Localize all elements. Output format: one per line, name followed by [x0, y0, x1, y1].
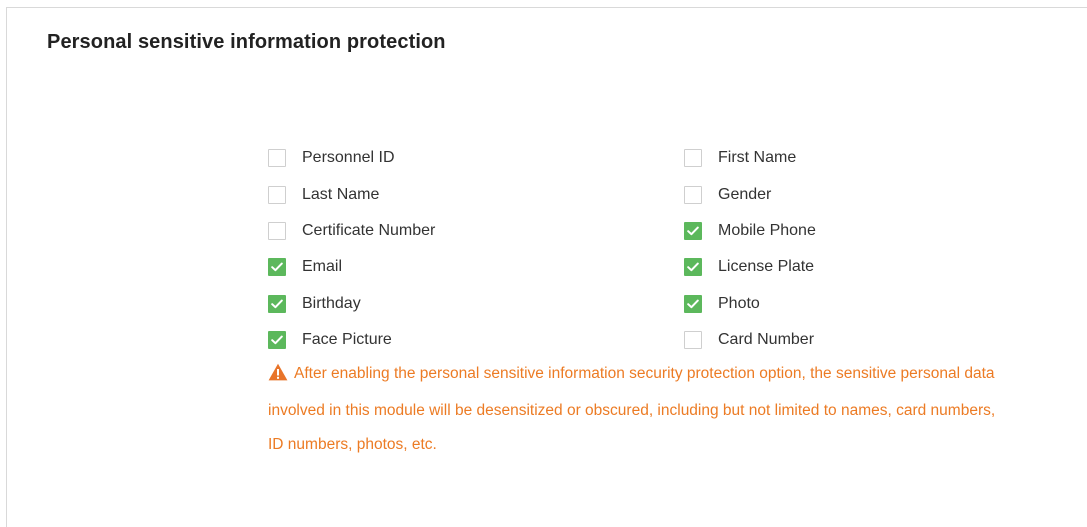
- checkmark-icon: [687, 299, 699, 308]
- checkbox-label: Face Picture: [302, 331, 392, 349]
- checkbox-label: License Plate: [718, 258, 815, 276]
- checkbox-row-birthday[interactable]: Birthday: [268, 286, 435, 322]
- checkbox-label: Gender: [718, 185, 772, 203]
- checkbox-checked[interactable]: [268, 294, 286, 313]
- checkbox-checked[interactable]: [684, 258, 702, 277]
- checkbox-row-first-name[interactable]: First Name: [684, 140, 816, 176]
- checkbox-label: Last Name: [302, 185, 380, 203]
- checkbox-row-last-name[interactable]: Last Name: [268, 176, 435, 212]
- checkbox-label: Email: [302, 258, 343, 276]
- checkbox-row-mobile-phone[interactable]: Mobile Phone: [684, 213, 816, 249]
- checkbox-label: Card Number: [718, 331, 815, 349]
- checkmark-icon: [271, 335, 283, 345]
- checkmark-icon: [271, 299, 283, 308]
- checkbox-label: Certificate Number: [302, 221, 436, 239]
- warning-text: After enabling the personal sensitive in…: [268, 365, 996, 453]
- checkbox-row-certificate-number[interactable]: Certificate Number: [268, 213, 435, 249]
- checkbox-checked[interactable]: [684, 294, 702, 313]
- checkbox-label: Birthday: [302, 294, 361, 312]
- checkbox-row-gender[interactable]: Gender: [684, 176, 816, 212]
- checkbox-label: First Name: [718, 149, 797, 167]
- right-column: First Name Gender Mobile Phone License P…: [684, 140, 816, 358]
- checkbox-label: Mobile Phone: [718, 221, 816, 239]
- checkbox-row-photo[interactable]: Photo: [684, 286, 816, 322]
- checkbox-label: Personnel ID: [302, 149, 395, 167]
- warning-triangle-icon: [268, 360, 288, 394]
- checkbox-checked[interactable]: [684, 221, 702, 240]
- checkbox-unchecked[interactable]: [684, 149, 702, 168]
- checkbox-unchecked[interactable]: [268, 185, 286, 204]
- checkbox-checked[interactable]: [268, 331, 286, 350]
- left-column: Personnel ID Last Name Certificate Numbe…: [268, 140, 435, 358]
- checkbox-row-face-picture[interactable]: Face Picture: [268, 322, 435, 358]
- checkmark-icon: [271, 262, 283, 272]
- checkmark-icon: [687, 226, 699, 236]
- checkbox-row-personnel-id[interactable]: Personnel ID: [268, 140, 435, 176]
- checkbox-checked[interactable]: [268, 258, 286, 277]
- checkbox-row-license-plate[interactable]: License Plate: [684, 249, 816, 285]
- checkmark-icon: [687, 262, 699, 272]
- checkbox-unchecked[interactable]: [268, 149, 286, 168]
- settings-panel: Personal sensitive information protectio…: [6, 7, 1087, 527]
- checkbox-row-card-number[interactable]: Card Number: [684, 322, 816, 358]
- warning-notice: After enabling the personal sensitive in…: [268, 357, 1008, 462]
- checkbox-label: Photo: [718, 294, 760, 312]
- checkbox-unchecked[interactable]: [684, 331, 702, 350]
- checkbox-unchecked[interactable]: [684, 185, 702, 204]
- panel-title: Personal sensitive information protectio…: [47, 31, 446, 53]
- checkbox-row-email[interactable]: Email: [268, 249, 435, 285]
- checkbox-unchecked[interactable]: [268, 221, 286, 240]
